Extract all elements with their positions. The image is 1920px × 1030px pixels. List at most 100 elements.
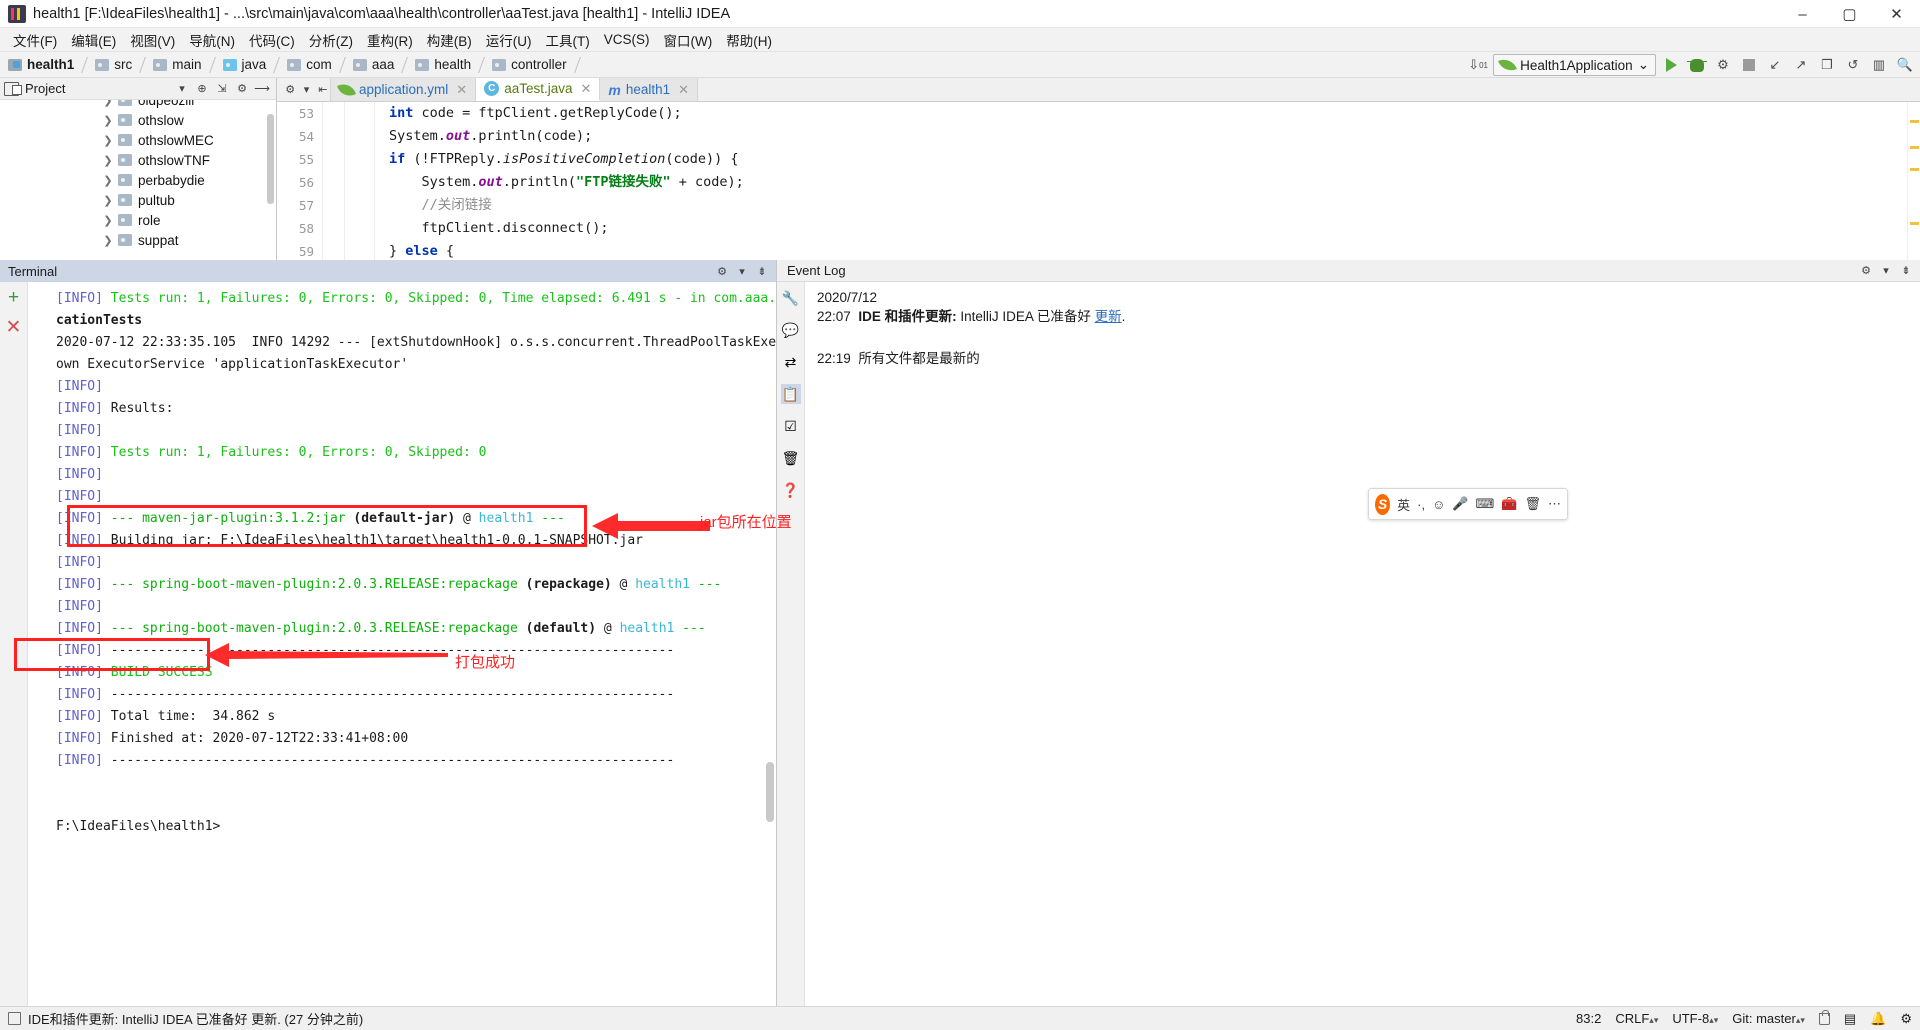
menu-build[interactable]: 构建(B) (420, 28, 479, 52)
collapse-all-icon[interactable]: ⇲ (212, 80, 232, 98)
run-button[interactable] (1660, 54, 1682, 76)
terminal-output[interactable]: [INFO] Tests run: 1, Failures: 0, Errors… (28, 282, 776, 1030)
close-session-icon[interactable]: ✕ (6, 318, 22, 337)
memory-icon[interactable]: ▤ (1844, 1011, 1856, 1027)
tab-application-yml[interactable]: application.yml ✕ (331, 78, 477, 101)
line-separator[interactable]: CRLF▴▾ (1615, 1011, 1658, 1026)
chevron-down-icon[interactable]: ▾ (1876, 262, 1896, 280)
menu-code[interactable]: 代码(C) (242, 28, 302, 52)
close-button[interactable]: ✕ (1873, 0, 1920, 28)
undo-icon[interactable]: ↺ (1842, 54, 1864, 76)
gear-icon[interactable]: ⚙ (283, 81, 297, 99)
editor-scrollbar[interactable] (1907, 102, 1920, 260)
locate-icon[interactable]: ⊕ (192, 80, 212, 98)
terminal-scrollbar[interactable] (766, 762, 774, 822)
close-icon[interactable]: ✕ (456, 82, 467, 98)
chevron-down-icon[interactable]: ▾ (299, 81, 313, 99)
menu-view[interactable]: 视图(V) (123, 28, 182, 52)
ime-toolbar[interactable]: S 英 ·, ☺ 🎤 ⌨ 🧰 🗑 ⋯ (1368, 488, 1568, 520)
menu-analyze[interactable]: 分析(Z) (302, 28, 360, 52)
gear-icon[interactable]: ⚙ (712, 262, 732, 280)
ime-trash-icon[interactable]: 🗑 (1524, 496, 1541, 512)
plugin-update-icon[interactable]: 🔧 (781, 288, 801, 308)
hide-panel-icon[interactable]: ⇟ (752, 262, 772, 280)
tab-health1-pom[interactable]: m health1 ✕ (600, 78, 699, 101)
breadcrumb-src[interactable]: src (95, 57, 132, 72)
tree-node[interactable]: ❯ othslow (0, 110, 276, 130)
menu-edit[interactable]: 编辑(E) (64, 28, 123, 52)
chevron-right-icon[interactable]: ❯ (100, 134, 116, 147)
menu-window[interactable]: 窗口(W) (657, 28, 720, 52)
menu-help[interactable]: 帮助(H) (719, 28, 779, 52)
hide-panel-icon[interactable]: ⇟ (1896, 262, 1916, 280)
breadcrumb-controller[interactable]: controller (492, 57, 567, 72)
gear-icon[interactable]: ⚙ (1856, 262, 1876, 280)
toolwindow-toggle-icon[interactable] (8, 1012, 21, 1025)
chevron-right-icon[interactable]: ❯ (100, 214, 116, 227)
menu-file[interactable]: 文件(F) (6, 28, 64, 52)
code-editor[interactable]: 53 54 55 56 57 58 59 int code = ftpClien… (277, 102, 1920, 260)
checkbox-icon[interactable]: ☑ (781, 416, 801, 436)
tree-node[interactable]: ❯ oldpeozili (0, 100, 276, 110)
coverage-button[interactable]: ⚙ (1712, 54, 1734, 76)
close-icon[interactable]: ✕ (678, 82, 689, 98)
breadcrumb-com[interactable]: com (287, 57, 332, 72)
chevron-down-icon[interactable]: ▾ (172, 80, 192, 98)
breadcrumb-health1[interactable]: health1 (8, 57, 74, 72)
sort-numeric-icon[interactable]: ⇩ 01 (1467, 54, 1489, 76)
git-branch[interactable]: Git: master▴▾ (1732, 1011, 1805, 1026)
tree-node[interactable]: ❯ role (0, 210, 276, 230)
lock-icon[interactable] (1818, 1009, 1830, 1025)
project-tree[interactable]: ❯ oldpeozili ❯ othslow ❯ othslowMEC ❯ ot… (0, 100, 276, 260)
new-session-icon[interactable]: + (8, 288, 19, 307)
ime-toolbox-icon[interactable]: 🧰 (1501, 496, 1517, 512)
chevron-right-icon[interactable]: ❯ (100, 234, 116, 247)
project-tree-scrollbar[interactable] (267, 114, 274, 204)
breadcrumb-aaa[interactable]: aaa (352, 57, 394, 72)
settings-icon[interactable]: ⚙ (1900, 1011, 1912, 1027)
notifications-icon[interactable]: 🔔 (1870, 1011, 1886, 1027)
sogou-logo-icon[interactable]: S (1375, 493, 1391, 515)
diff-icon[interactable]: ⇄ (781, 352, 801, 372)
tree-node[interactable]: ❯ pultub (0, 190, 276, 210)
chevron-right-icon[interactable]: ❯ (100, 100, 116, 107)
stop-button[interactable] (1738, 54, 1760, 76)
ime-punctuation-icon[interactable]: ·, (1417, 497, 1425, 512)
chevron-down-icon[interactable]: ▾ (732, 262, 752, 280)
message-icon[interactable]: 💬 (781, 320, 801, 340)
chevron-right-icon[interactable]: ❯ (100, 194, 116, 207)
tree-node[interactable]: ❯ othslowTNF (0, 150, 276, 170)
vcs-update-icon[interactable]: ↙ (1764, 54, 1786, 76)
trash-icon[interactable]: 🗑 (781, 448, 801, 468)
update-link[interactable]: 更新 (1095, 309, 1122, 324)
breadcrumb-java[interactable]: java (222, 57, 266, 72)
vcs-commit-icon[interactable]: ↗ (1790, 54, 1812, 76)
hide-panel-icon[interactable]: ⇤ (316, 81, 330, 99)
chevron-right-icon[interactable]: ❯ (100, 114, 116, 127)
chevron-right-icon[interactable]: ❯ (100, 154, 116, 167)
tree-node[interactable]: ❯ othslowMEC (0, 130, 276, 150)
menu-tools[interactable]: 工具(T) (539, 28, 597, 52)
ime-keyboard-icon[interactable]: ⌨ (1476, 496, 1495, 512)
menu-run[interactable]: 运行(U) (479, 28, 539, 52)
file-encoding[interactable]: UTF-8▴▾ (1672, 1011, 1718, 1026)
ime-voice-icon[interactable]: 🎤 (1452, 496, 1468, 512)
help-icon[interactable]: ❓ (781, 480, 801, 500)
breadcrumb-health[interactable]: health (415, 57, 471, 72)
hide-icon[interactable]: ⟶ (252, 80, 272, 98)
breadcrumb-main[interactable]: main (153, 57, 202, 72)
ime-more-icon[interactable]: ⋯ (1548, 496, 1561, 512)
caret-position[interactable]: 83:2 (1576, 1011, 1601, 1026)
chevron-right-icon[interactable]: ❯ (100, 174, 116, 187)
minimize-button[interactable]: – (1779, 0, 1826, 28)
tree-node[interactable]: ❯ perbabydie (0, 170, 276, 190)
search-icon[interactable]: 🔍 (1894, 54, 1916, 76)
menu-navigate[interactable]: 导航(N) (182, 28, 242, 52)
layout-icon[interactable]: ▥ (1868, 54, 1890, 76)
code-text-area[interactable]: int code = ftpClient.getReplyCode(); Syst… (375, 102, 1920, 260)
maximize-button[interactable]: ▢ (1826, 0, 1873, 28)
debug-button[interactable] (1686, 54, 1708, 76)
vcs-history-icon[interactable]: ❐ (1816, 54, 1838, 76)
menu-refactor[interactable]: 重构(R) (360, 28, 420, 52)
ime-mode-label[interactable]: 英 (1397, 495, 1410, 514)
